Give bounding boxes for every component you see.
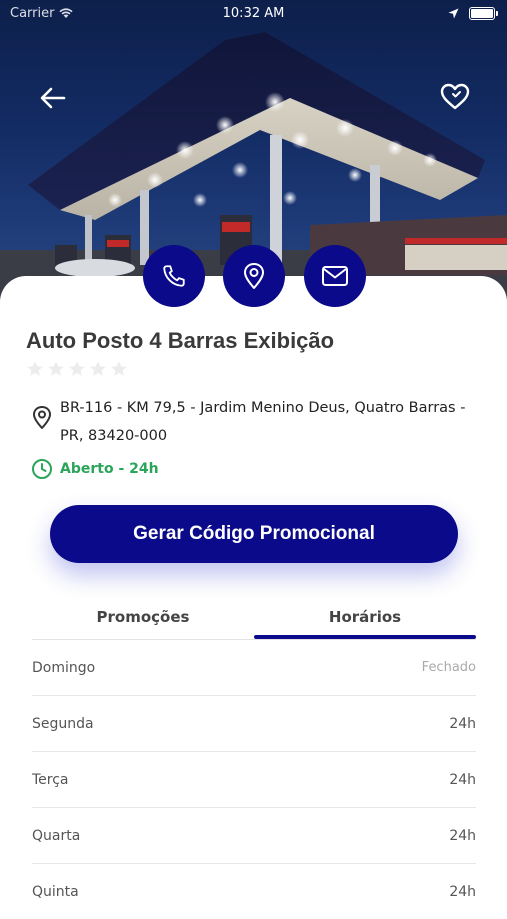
schedule-list: Domingo Fechado Segunda 24h Terça 24h Qu… (32, 640, 476, 919)
heart-icon (440, 83, 470, 110)
station-name: Auto Posto 4 Barras Exibição (26, 328, 335, 353)
mail-icon (322, 266, 348, 286)
call-button[interactable] (143, 245, 205, 307)
rating-stars (26, 360, 128, 378)
phone-icon (163, 265, 185, 287)
clock-icon (32, 459, 52, 479)
schedule-row: Segunda 24h (32, 696, 476, 752)
schedule-day: Domingo (32, 660, 96, 676)
star-icon (27, 361, 43, 376)
back-button[interactable] (35, 80, 71, 116)
star-icon (48, 361, 64, 376)
star-icon (90, 361, 106, 376)
tab-promocoes[interactable]: Promoções (32, 598, 254, 640)
generate-promo-code-button[interactable]: Gerar Código Promocional (50, 505, 458, 563)
status-bar: Carrier 10:32 AM (0, 6, 507, 24)
email-button[interactable] (304, 245, 366, 307)
star-icon (69, 361, 85, 376)
schedule-day: Quarta (32, 828, 81, 844)
action-buttons (0, 245, 507, 307)
schedule-hours: 24h (449, 772, 476, 788)
schedule-row: Quinta 24h (32, 864, 476, 919)
schedule-hours: 24h (449, 884, 476, 900)
status-time: 10:32 AM (222, 6, 285, 21)
schedule-day: Terça (32, 772, 69, 788)
location-arrow-icon (448, 8, 459, 19)
schedule-row: Terça 24h (32, 752, 476, 808)
battery-icon (469, 7, 498, 20)
favorite-button[interactable] (436, 78, 474, 116)
status-right (448, 7, 498, 20)
schedule-hours: Fechado (421, 660, 476, 675)
tab-horarios[interactable]: Horários (254, 598, 476, 640)
open-status: Aberto - 24h (60, 461, 159, 477)
location-button[interactable] (223, 245, 285, 307)
schedule-hours: 24h (449, 828, 476, 844)
schedule-row: Quarta 24h (32, 808, 476, 864)
tabs: Promoções Horários (32, 598, 476, 640)
schedule-row: Domingo Fechado (32, 640, 476, 696)
schedule-day: Quinta (32, 884, 79, 900)
station-address: BR-116 - KM 79,5 - Jardim Menino Deus, Q… (60, 394, 480, 450)
address-line-2: PR, 83420-000 (60, 428, 168, 444)
schedule-day: Segunda (32, 716, 94, 732)
map-pin-icon (244, 263, 264, 289)
map-pin-icon (33, 406, 51, 429)
star-icon (111, 361, 127, 376)
schedule-hours: 24h (449, 716, 476, 732)
active-tab-indicator (254, 635, 476, 639)
arrow-left-icon (40, 87, 66, 109)
address-line-1: BR-116 - KM 79,5 - Jardim Menino Deus, Q… (60, 400, 466, 416)
